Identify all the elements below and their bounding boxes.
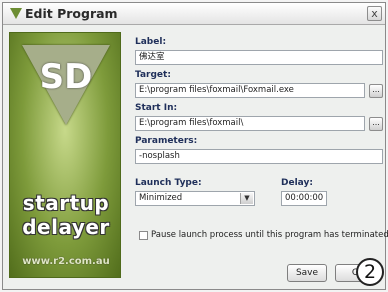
start-in-field[interactable]: E:\program files\foxmail\ [135,116,365,131]
launch-type-caption: Launch Type: [135,178,202,188]
label-field[interactable]: 佛达室 [135,50,383,65]
target-field[interactable]: E:\program files\foxmail\Foxmail.exe [135,83,365,98]
target-browse-button[interactable]: ... [369,84,383,98]
delay-caption: Delay: [281,178,313,188]
start-in-caption: Start In: [135,103,178,113]
window-title: Edit Program [25,6,118,21]
title-bar[interactable]: Edit Program x [3,3,385,25]
launch-type-select[interactable]: Minimized ▼ [135,191,255,206]
startup-delayer-banner: SD startup delayer www.r2.com.au [9,32,121,278]
logo-text: SD [39,57,93,97]
banner-word-startup: startup [22,191,110,215]
start-in-browse-button[interactable]: ... [369,117,383,131]
annotation-number-badge: 2 [356,258,384,286]
pause-checkbox-label: Pause launch process until this program … [151,230,388,240]
label-caption: Label: [135,37,167,47]
target-caption: Target: [135,70,171,80]
close-button[interactable]: x [367,6,382,21]
delay-field[interactable]: 00:00:00 [281,191,327,206]
parameters-caption: Parameters: [135,136,198,146]
banner-word-delayer: delayer [22,215,110,239]
edit-program-window: Edit Program x SD startup delayer www.r2… [2,2,388,290]
launch-type-value: Minimized [139,193,183,203]
banner-url: www.r2.com.au [22,256,110,267]
pause-checkbox[interactable] [139,231,148,240]
app-icon [10,8,22,19]
save-button[interactable]: Save [287,264,327,282]
parameters-field[interactable]: -nosplash [135,149,383,164]
chevron-down-icon[interactable]: ▼ [240,193,253,204]
